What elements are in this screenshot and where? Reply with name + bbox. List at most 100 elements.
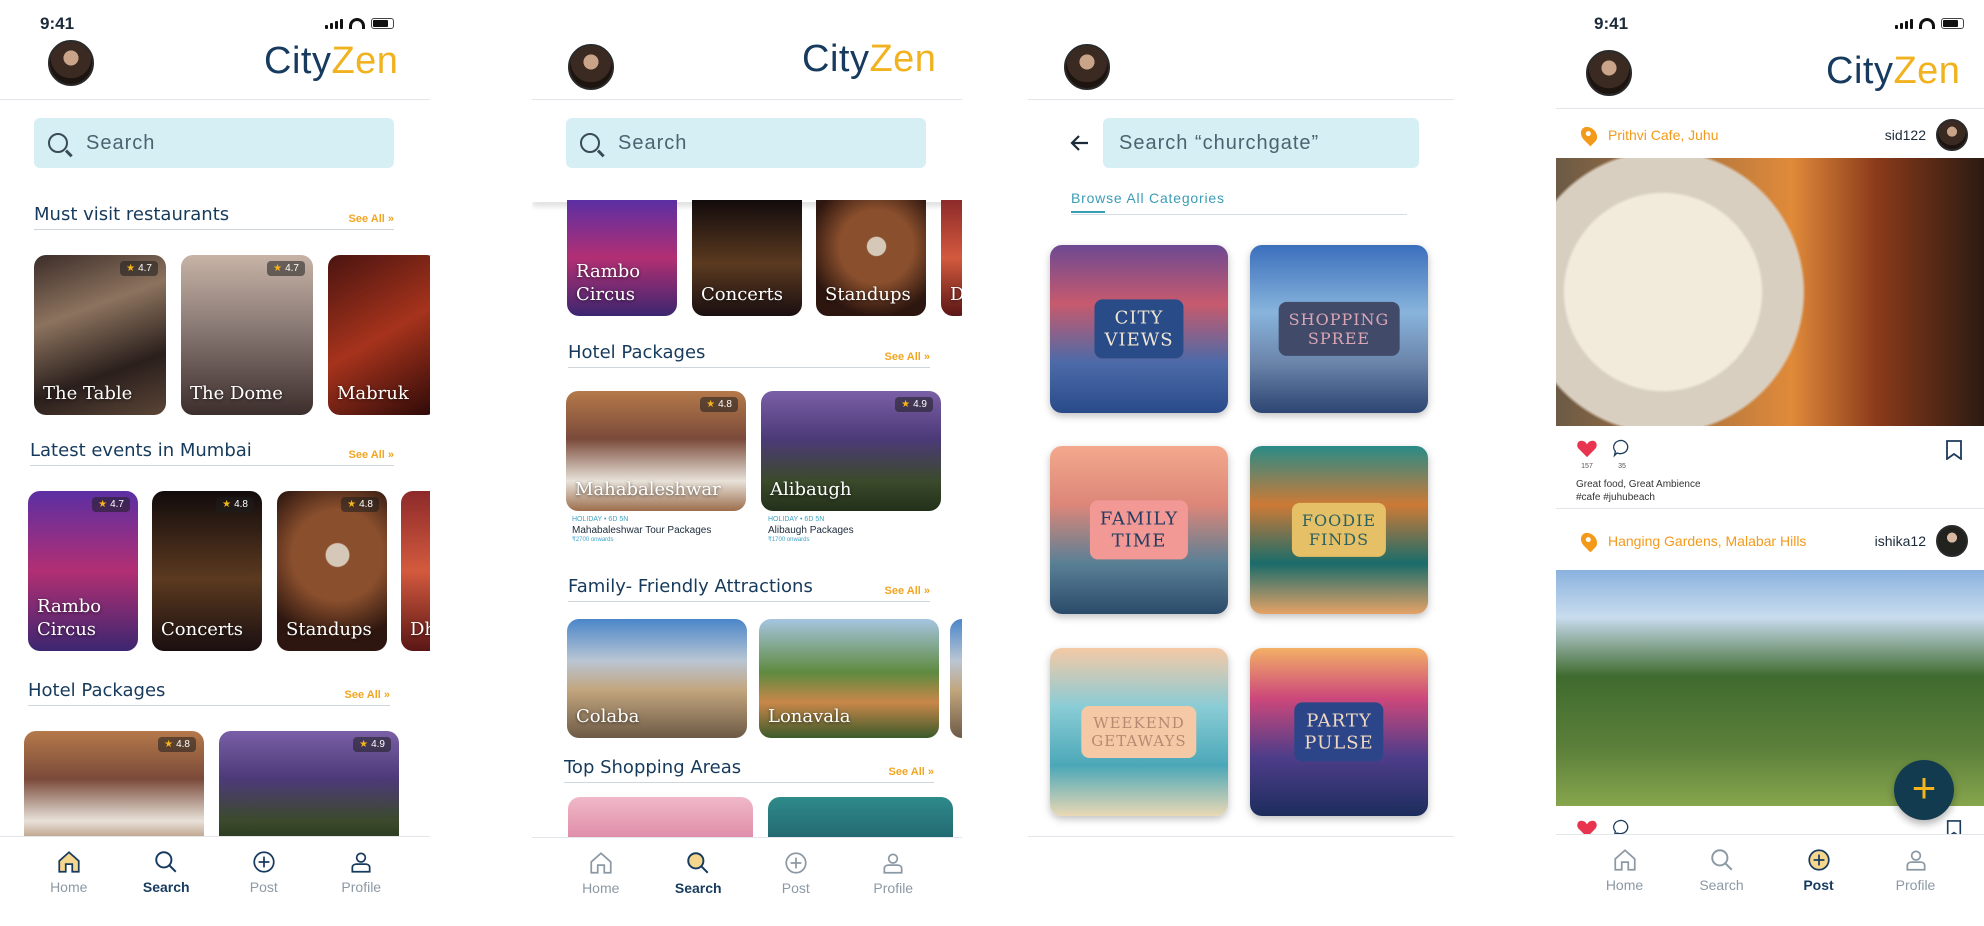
status-time: 9:41 — [40, 14, 75, 33]
see-all-link[interactable]: See All » — [885, 351, 930, 363]
user-avatar[interactable] — [1936, 525, 1968, 557]
event-card[interactable]: Concerts — [692, 200, 802, 316]
avatar[interactable] — [1064, 44, 1110, 90]
bookmark-icon[interactable] — [1945, 440, 1963, 460]
user-icon — [1905, 849, 1926, 871]
attraction-card[interactable]: Lonavala — [759, 619, 939, 738]
event-card[interactable]: ★ 4.7 Rambo Circus — [28, 491, 138, 651]
app-logo: CityZen — [264, 40, 399, 82]
search-icon — [155, 850, 177, 872]
user-avatar[interactable] — [1936, 119, 1968, 151]
section-title: Hotel Packages — [568, 342, 706, 363]
see-all-link[interactable]: See All » — [345, 689, 390, 701]
hotel-info: HOLIDAY • 6D 5N Alibaugh Packages ₹1700 … — [768, 516, 854, 544]
wifi-icon — [349, 18, 365, 29]
nav-post[interactable]: Post — [224, 837, 304, 906]
category-card[interactable]: WEEKEND GETAWAYS — [1050, 648, 1228, 816]
status-bar: 9:41 — [40, 14, 394, 34]
status-bar: 9:41 — [1594, 14, 1964, 34]
bottom-nav: Home Search Post Profile — [1556, 834, 1984, 904]
home-screen: 9:41 CityZen Search Must visit restauran… — [0, 0, 430, 926]
see-all-link[interactable]: See All » — [889, 766, 934, 778]
comment-button[interactable]: 35 — [1612, 438, 1632, 470]
category-card[interactable]: FOODIE FINDS — [1250, 446, 1428, 614]
post-username[interactable]: sid122 — [1885, 127, 1926, 143]
nav-post[interactable]: Post — [1779, 835, 1859, 904]
avatar[interactable] — [568, 44, 614, 90]
nav-profile[interactable]: Profile — [1876, 835, 1956, 904]
event-card[interactable]: ★ 4.8 Concerts — [152, 491, 262, 651]
event-card[interactable]: D — [941, 200, 962, 316]
section-title: Hotel Packages — [28, 680, 166, 701]
user-icon — [351, 851, 371, 873]
search-input[interactable]: Search — [566, 118, 926, 168]
attraction-card[interactable]: Colaba — [567, 619, 747, 738]
nav-profile[interactable]: Profile — [321, 837, 401, 906]
nav-search[interactable]: Search — [1682, 835, 1762, 904]
home-icon — [1613, 848, 1636, 871]
back-arrow-icon[interactable] — [1068, 131, 1092, 155]
hotel-card[interactable]: ★ 4.9 — [219, 731, 399, 851]
add-circle-icon — [253, 850, 275, 873]
category-card[interactable]: PARTY PULSE — [1250, 648, 1428, 816]
browse-tab[interactable]: Browse All Categories — [1071, 190, 1407, 215]
attraction-card[interactable] — [950, 619, 962, 738]
post-image[interactable] — [1556, 158, 1984, 426]
hotels-section-header: Hotel Packages See All » — [28, 680, 390, 706]
nav-home[interactable]: Home — [561, 838, 641, 907]
search-icon — [48, 133, 68, 153]
post-header: Hanging Gardens, Malabar Hills ishika12 — [1556, 518, 1984, 564]
restaurant-card[interactable]: ★ 4.7 The Table — [34, 255, 166, 415]
avatar[interactable] — [48, 40, 94, 86]
family-section-header: Family- Friendly Attractions See All » — [568, 576, 930, 602]
hotel-card[interactable]: ★ 4.8 Mahabaleshwar — [566, 391, 746, 511]
nav-search[interactable]: Search — [126, 837, 206, 906]
signal-icon — [1895, 19, 1913, 29]
hotel-card[interactable]: ★ 4.8 — [24, 731, 204, 851]
post-location[interactable]: Hanging Gardens, Malabar Hills — [1608, 533, 1806, 549]
post-location[interactable]: Prithvi Cafe, Juhu — [1608, 127, 1719, 143]
search-results-screen: CityZen Search Rambo Circus Concerts Sta… — [532, 0, 962, 926]
search-input[interactable]: Search — [34, 118, 394, 168]
post-caption: Great food, Great Ambience #cafe #juhube… — [1576, 479, 1701, 503]
create-post-button[interactable]: + — [1894, 760, 1954, 820]
see-all-link[interactable]: See All » — [885, 585, 930, 597]
restaurant-card[interactable]: Mabruk — [328, 255, 430, 415]
home-icon — [58, 850, 80, 873]
search-icon — [1710, 848, 1732, 870]
nav-home[interactable]: Home — [29, 837, 109, 906]
nav-home[interactable]: Home — [1585, 835, 1665, 904]
nav-profile[interactable]: Profile — [853, 838, 933, 907]
event-card[interactable]: Rambo Circus — [567, 200, 677, 316]
post-actions: 157 35 — [1576, 438, 1632, 470]
avatar[interactable] — [1586, 50, 1632, 96]
post-username[interactable]: ishika12 — [1875, 533, 1926, 549]
signal-icon — [325, 19, 343, 29]
categories-screen: Search “churchgate” Browse All Categorie… — [1028, 0, 1454, 926]
search-input[interactable]: Search “churchgate” — [1103, 118, 1419, 168]
event-card[interactable]: ★ 4.8 Standups — [277, 491, 387, 651]
location-pin-icon — [1577, 529, 1601, 553]
location-pin-icon — [1577, 123, 1601, 147]
hotel-info: HOLIDAY • 6D 5N Mahabaleshwar Tour Packa… — [572, 516, 712, 544]
restaurant-card[interactable]: ★ 4.7 The Dome — [181, 255, 313, 415]
category-card[interactable]: CITY VIEWS — [1050, 245, 1228, 413]
nav-search[interactable]: Search — [658, 838, 738, 907]
battery-icon — [371, 18, 394, 29]
like-button[interactable]: 157 — [1576, 438, 1598, 470]
category-card[interactable]: FAMILY TIME — [1050, 446, 1228, 614]
event-card[interactable]: Dh — [401, 491, 430, 651]
event-card[interactable]: Standups — [816, 200, 926, 316]
category-card[interactable]: SHOPPING SPREE — [1250, 245, 1428, 413]
add-circle-icon — [1807, 848, 1830, 871]
nav-post[interactable]: Post — [756, 838, 836, 907]
heart-icon — [1577, 440, 1597, 458]
see-all-link[interactable]: See All » — [349, 449, 394, 461]
user-icon — [883, 852, 903, 874]
section-title: Top Shopping Areas — [564, 757, 742, 778]
bottom-nav: Home Search Post Profile — [0, 836, 430, 906]
add-circle-icon — [785, 851, 807, 874]
feed-screen: 9:41 CityZen Prithvi Cafe, Juhu sid122 1… — [1556, 0, 1984, 926]
see-all-link[interactable]: See All » — [349, 213, 394, 225]
hotel-card[interactable]: ★ 4.9 Alibaugh — [761, 391, 941, 511]
